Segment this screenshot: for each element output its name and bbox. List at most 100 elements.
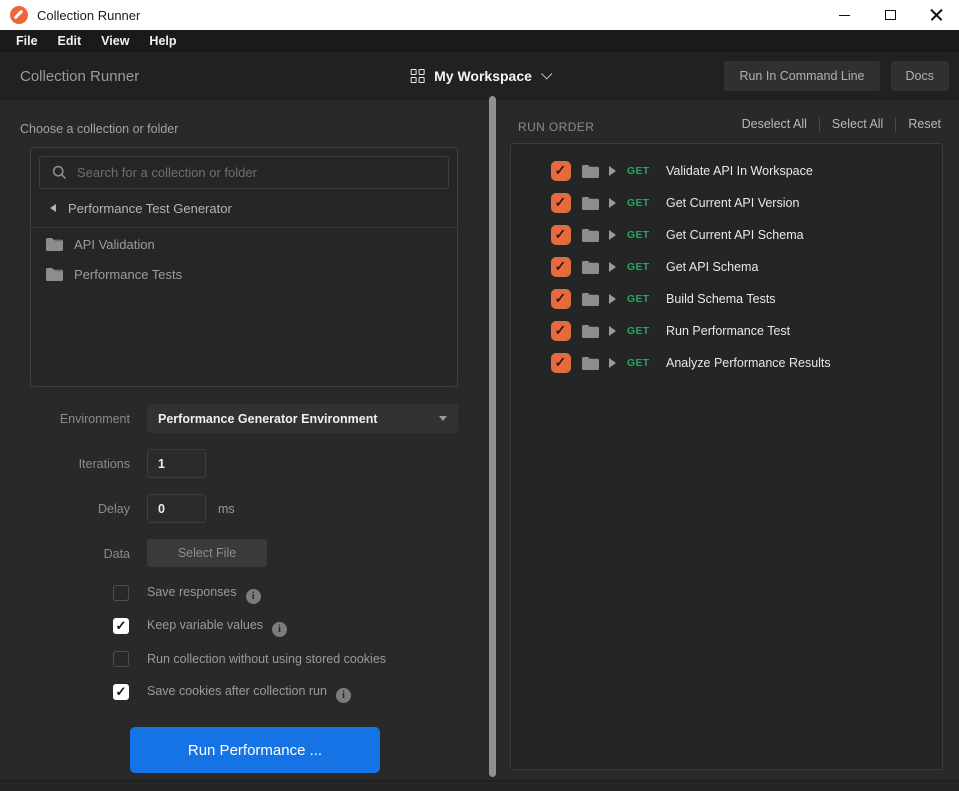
option-checkbox[interactable] xyxy=(113,585,129,601)
option-label: Keep variable values xyxy=(147,618,287,634)
search-icon xyxy=(52,165,67,180)
menu-item[interactable]: View xyxy=(91,30,139,52)
menu-item[interactable]: Help xyxy=(139,30,186,52)
folder-item[interactable]: Performance Tests xyxy=(31,259,457,289)
request-row: GET Get Current API Schema xyxy=(511,219,942,251)
option-row: Keep variable values xyxy=(0,617,489,635)
info-icon[interactable] xyxy=(336,688,351,703)
request-row: GET Analyze Performance Results xyxy=(511,347,942,379)
docs-button[interactable]: Docs xyxy=(891,61,949,91)
request-name: Get Current API Schema xyxy=(666,228,804,242)
expand-right-icon[interactable] xyxy=(609,294,616,304)
request-row: GET Validate API In Workspace xyxy=(511,155,942,187)
collection-header[interactable]: Performance Test Generator xyxy=(31,189,457,228)
menu-item[interactable]: File xyxy=(6,30,48,52)
run-order-list: GET Validate API In Workspace GET Get Cu… xyxy=(510,143,943,770)
option-checkbox[interactable] xyxy=(113,684,129,700)
collection-browser: Performance Test Generator API Validatio… xyxy=(30,147,458,387)
postman-logo-icon xyxy=(10,6,28,24)
collapse-left-icon xyxy=(50,204,56,212)
request-checkbox[interactable] xyxy=(551,321,571,341)
option-label: Run collection without using stored cook… xyxy=(147,652,386,666)
search-input[interactable] xyxy=(77,165,448,180)
request-checkbox[interactable] xyxy=(551,257,571,277)
option-label-text: Keep variable values xyxy=(147,618,263,632)
folder-item[interactable]: API Validation xyxy=(31,229,457,259)
request-method: GET xyxy=(627,325,653,337)
folder-icon xyxy=(46,238,63,251)
maximize-icon xyxy=(885,10,896,20)
iterations-input[interactable] xyxy=(147,449,206,478)
option-checkbox[interactable] xyxy=(113,651,129,667)
option-label-text: Save responses xyxy=(147,585,237,599)
workspace-name: My Workspace xyxy=(434,68,532,84)
window-titlebar: Collection Runner xyxy=(0,0,959,30)
option-label: Save cookies after collection run xyxy=(147,684,351,700)
run-in-command-line-button[interactable]: Run In Command Line xyxy=(724,61,879,91)
page-header: Collection Runner My Workspace Run In Co… xyxy=(0,52,959,100)
folder-name: API Validation xyxy=(74,237,155,252)
option-checkbox[interactable] xyxy=(113,618,129,634)
expand-right-icon[interactable] xyxy=(609,326,616,336)
request-checkbox[interactable] xyxy=(551,193,571,213)
header-actions: Run In Command Line Docs xyxy=(724,61,949,91)
expand-right-icon[interactable] xyxy=(609,166,616,176)
menu-item[interactable]: Edit xyxy=(48,30,92,52)
runner-config-panel: Choose a collection or folder Performanc… xyxy=(0,100,489,780)
minimize-button[interactable] xyxy=(821,0,867,30)
environment-row: Environment Performance Generator Enviro… xyxy=(0,404,489,433)
request-name: Get Current API Version xyxy=(666,196,799,210)
workspace-grid-icon xyxy=(410,69,425,84)
expand-right-icon[interactable] xyxy=(609,358,616,368)
run-order-action[interactable]: Reset xyxy=(895,117,941,132)
request-name: Run Performance Test xyxy=(666,324,790,338)
folder-icon xyxy=(582,197,599,210)
option-row: Save cookies after collection run xyxy=(0,683,489,701)
expand-right-icon[interactable] xyxy=(609,198,616,208)
folder-icon xyxy=(582,229,599,242)
option-label-text: Save cookies after collection run xyxy=(147,684,327,698)
option-row: Save responses xyxy=(0,584,489,602)
run-order-actions: Deselect AllSelect AllReset xyxy=(730,117,941,132)
environment-value: Performance Generator Environment xyxy=(158,412,378,426)
minimize-icon xyxy=(839,15,850,16)
folder-icon xyxy=(582,261,599,274)
chevron-down-icon xyxy=(541,68,552,79)
folder-icon xyxy=(582,293,599,306)
request-row: GET Get API Schema xyxy=(511,251,942,283)
run-order-action[interactable]: Select All xyxy=(819,117,895,132)
request-checkbox[interactable] xyxy=(551,353,571,373)
option-label: Save responses xyxy=(147,585,261,601)
run-order-action[interactable]: Deselect All xyxy=(730,117,819,132)
request-method: GET xyxy=(627,293,653,305)
environment-select[interactable]: Performance Generator Environment xyxy=(147,404,458,433)
vertical-scrollbar[interactable] xyxy=(489,96,496,777)
request-method: GET xyxy=(627,261,653,273)
expand-right-icon[interactable] xyxy=(609,262,616,272)
delay-row: Delay ms xyxy=(0,494,489,523)
iterations-row: Iterations xyxy=(0,449,489,478)
close-button[interactable] xyxy=(913,0,959,30)
folder-icon xyxy=(582,357,599,370)
workspace-switcher[interactable]: My Workspace xyxy=(410,68,549,84)
folder-name: Performance Tests xyxy=(74,267,182,282)
select-file-button[interactable]: Select File xyxy=(147,539,267,567)
info-icon[interactable] xyxy=(246,589,261,604)
environment-label: Environment xyxy=(0,412,130,426)
expand-right-icon[interactable] xyxy=(609,230,616,240)
folder-icon xyxy=(582,165,599,178)
collection-search xyxy=(39,156,449,189)
run-order-panel: RUN ORDER Deselect AllSelect AllReset GE… xyxy=(497,100,959,780)
data-row: Data Select File xyxy=(0,539,489,568)
run-performance-button[interactable]: Run Performance ... xyxy=(130,727,380,773)
info-icon[interactable] xyxy=(272,622,287,637)
delay-input[interactable] xyxy=(147,494,206,523)
maximize-button[interactable] xyxy=(867,0,913,30)
delay-label: Delay xyxy=(0,502,130,516)
close-icon xyxy=(930,9,943,22)
folder-icon xyxy=(46,268,63,281)
collection-name: Performance Test Generator xyxy=(68,201,232,216)
request-checkbox[interactable] xyxy=(551,161,571,181)
request-checkbox[interactable] xyxy=(551,225,571,245)
request-checkbox[interactable] xyxy=(551,289,571,309)
